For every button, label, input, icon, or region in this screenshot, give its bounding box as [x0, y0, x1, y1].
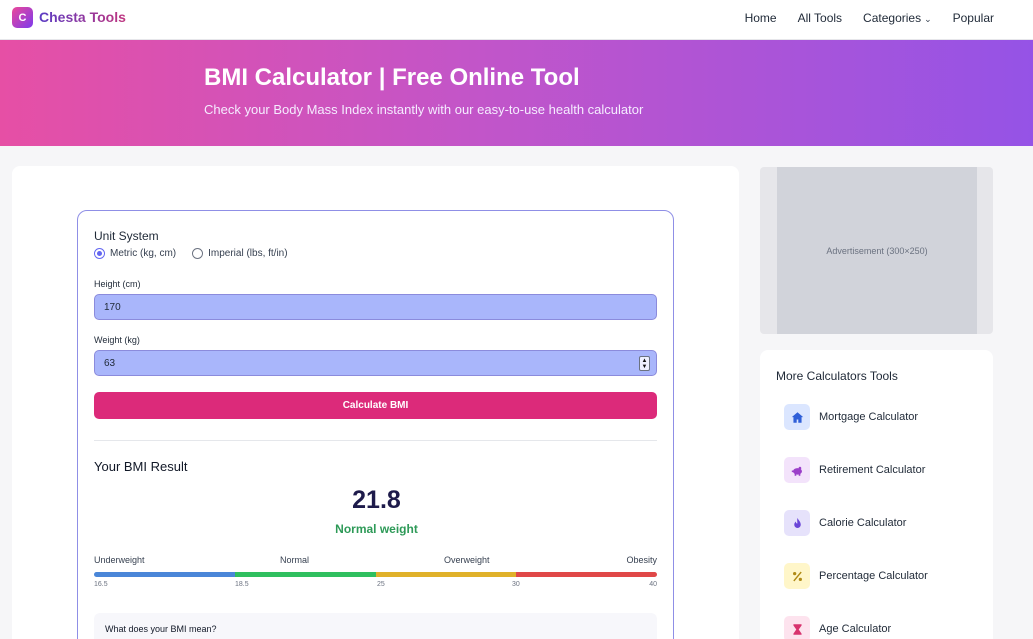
nav-categories[interactable]: Categories ⌄ — [863, 11, 932, 25]
tool-link-percentage[interactable]: Percentage Calculator — [784, 563, 928, 589]
tool-link-age[interactable]: Age Calculator — [784, 616, 891, 639]
scale-segment-normal — [234, 572, 376, 577]
height-label: Height (cm) — [94, 279, 141, 289]
top-navbar: C Chesta Tools Home All Tools Categories… — [0, 0, 1033, 40]
fire-icon — [784, 510, 810, 536]
tick-label: 16.5 — [94, 581, 108, 588]
nav-popular[interactable]: Popular — [953, 11, 994, 25]
tool-link-calorie[interactable]: Calorie Calculator — [784, 510, 906, 536]
tool-link-mortgage[interactable]: Mortgage Calculator — [784, 404, 918, 430]
metric-radio-label: Metric (kg, cm) — [110, 248, 177, 259]
logo-icon[interactable]: C — [12, 7, 33, 28]
bmi-meaning-box: What does your BMI mean? — [94, 613, 657, 639]
tick-label: 40 — [649, 581, 657, 588]
tick-label: 25 — [377, 581, 385, 588]
page-title: BMI Calculator | Free Online Tool — [204, 64, 580, 91]
home-icon — [784, 404, 810, 430]
scale-label-obesity: Obesity — [626, 555, 657, 565]
unit-system-label: Unit System — [94, 229, 159, 243]
height-input[interactable]: 170 — [94, 294, 657, 320]
imperial-radio-label: Imperial (lbs, ft/in) — [208, 248, 288, 259]
bmi-value: 21.8 — [352, 486, 401, 514]
bmi-scale-labels: Underweight Normal Overweight Obesity — [94, 555, 657, 567]
tick-label: 30 — [512, 581, 520, 588]
advertisement-placeholder[interactable]: Advertisement (300×250) — [777, 167, 977, 334]
scale-label-overweight: Overweight — [444, 555, 490, 565]
scale-segment-obesity — [516, 572, 657, 577]
hero-banner: BMI Calculator | Free Online Tool Check … — [0, 40, 1033, 146]
weight-input[interactable]: 63 ▲ ▼ — [94, 350, 657, 376]
bmi-scale-bar — [94, 572, 657, 577]
weight-label: Weight (kg) — [94, 335, 140, 345]
height-value: 170 — [104, 301, 121, 313]
number-stepper-icon[interactable]: ▲ ▼ — [639, 356, 650, 371]
scale-label-normal: Normal — [280, 555, 310, 565]
tool-label: Retirement Calculator — [819, 464, 926, 476]
bmi-category: Normal weight — [335, 522, 418, 536]
more-tools-title: More Calculators Tools — [776, 369, 898, 383]
scale-segment-underweight — [94, 572, 235, 577]
nav-all-tools[interactable]: All Tools — [798, 11, 842, 25]
chevron-down-icon: ⌄ — [924, 14, 932, 24]
piggy-bank-icon — [784, 457, 810, 483]
scale-label-underweight: Underweight — [94, 555, 145, 565]
calculate-bmi-button[interactable]: Calculate BMI — [94, 392, 657, 419]
percent-icon — [784, 563, 810, 589]
hourglass-icon — [784, 616, 810, 639]
metric-radio[interactable] — [94, 248, 105, 259]
brand-name[interactable]: Chesta Tools — [39, 9, 126, 25]
bmi-meaning-title: What does your BMI mean? — [105, 624, 217, 634]
nav-links: Home All Tools Categories ⌄ Popular — [745, 0, 1033, 36]
tool-label: Mortgage Calculator — [819, 411, 919, 423]
imperial-radio[interactable] — [192, 248, 204, 259]
bmi-scale-ticks: 16.5 18.5 25 30 40 — [94, 581, 657, 591]
more-tools-card: More Calculators Tools Mortgage Calculat… — [760, 350, 993, 639]
unit-system-options: Metric (kg, cm) Imperial (lbs, ft/in) — [94, 248, 304, 259]
tool-label: Calorie Calculator — [819, 517, 907, 529]
result-title: Your BMI Result — [94, 459, 188, 474]
nav-home[interactable]: Home — [745, 11, 777, 25]
weight-value: 63 — [104, 357, 116, 369]
unit-metric-option[interactable]: Metric (kg, cm) — [94, 248, 176, 259]
tool-label: Percentage Calculator — [819, 570, 928, 582]
tool-link-retirement[interactable]: Retirement Calculator — [784, 457, 925, 483]
page-subtitle: Check your Body Mass Index instantly wit… — [204, 102, 644, 117]
nav-categories-label: Categories — [863, 11, 922, 25]
advertisement-slot: Advertisement (300×250) — [760, 167, 993, 334]
bmi-calculator-form: Unit System Metric (kg, cm) Imperial (lb… — [77, 210, 674, 639]
divider — [94, 440, 657, 441]
tick-label: 18.5 — [235, 581, 249, 588]
unit-imperial-option[interactable]: Imperial (lbs, ft/in) — [192, 248, 288, 259]
tool-label: Age Calculator — [819, 623, 892, 635]
scale-segment-overweight — [375, 572, 517, 577]
